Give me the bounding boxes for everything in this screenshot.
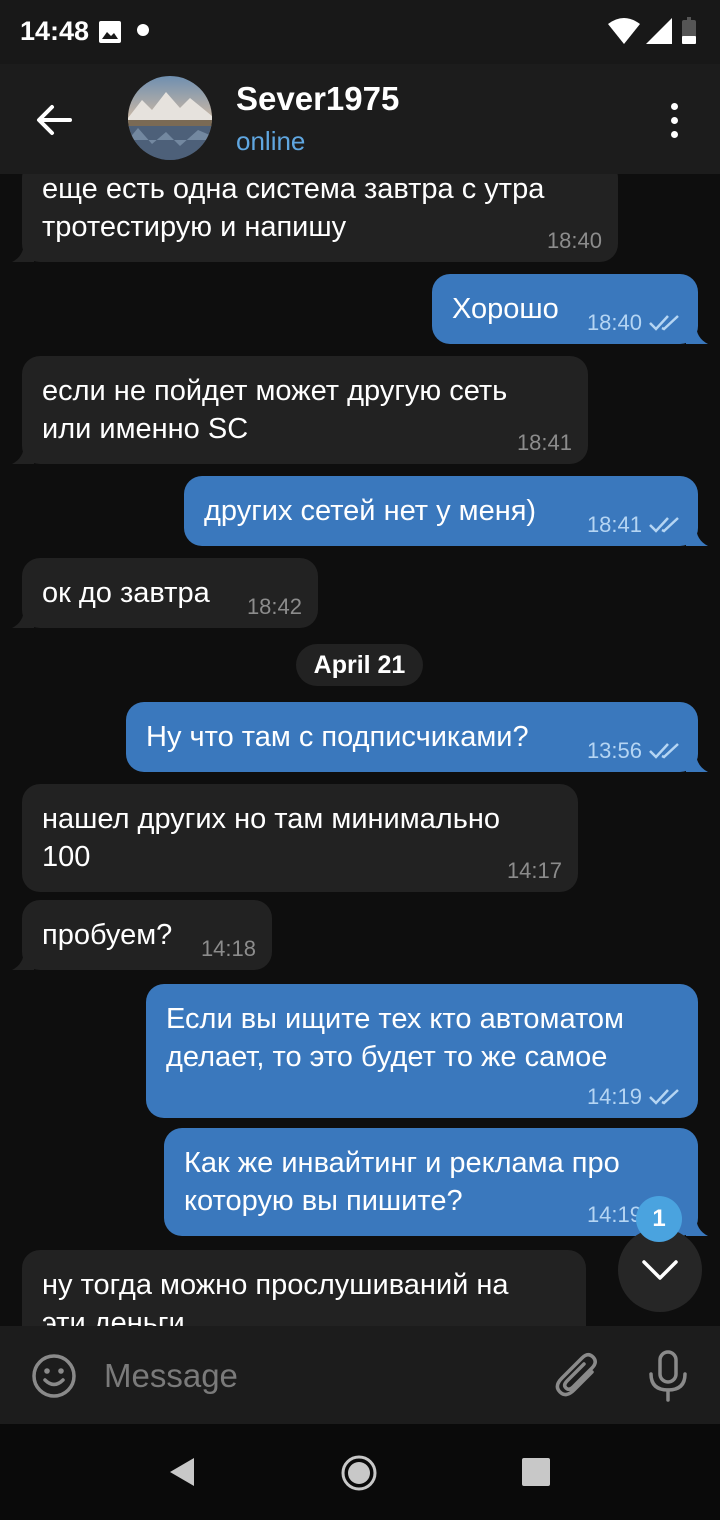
message-meta: 18:40 — [587, 312, 682, 334]
nav-home-icon[interactable] — [340, 1454, 378, 1492]
outgoing-message[interactable]: других сетей нет у меня) 18:41 — [184, 476, 708, 546]
incoming-message[interactable]: ну тогда можно прослушиваний на эти день… — [22, 1250, 586, 1326]
nav-recents-icon[interactable] — [520, 1456, 552, 1488]
bubble-tail-icon — [12, 444, 34, 464]
incoming-message[interactable]: нашел других но там минимально 100 14:17 — [22, 784, 578, 892]
paperclip-icon[interactable] — [552, 1350, 602, 1402]
system-navigation-bar — [0, 1424, 720, 1520]
emoji-icon[interactable] — [30, 1352, 78, 1400]
chat-header: Sever1975 online — [0, 64, 720, 174]
outgoing-message[interactable]: Как же инвайтинг и реклама про которую в… — [164, 1128, 708, 1236]
bubble-tail-icon — [686, 1216, 708, 1236]
status-bar: 14:48 — [0, 0, 720, 64]
message-text: ну тогда можно прослушиваний на эти день… — [42, 1269, 509, 1326]
bubble-tail-icon — [12, 950, 34, 970]
message-meta: 14:19 — [587, 1086, 682, 1108]
bubble-tail-icon — [686, 752, 708, 772]
message-text: еще есть одна система завтра с утра трот… — [42, 174, 545, 243]
incoming-message[interactable]: ок до завтра 18:42 — [12, 558, 318, 628]
message-meta: 14:18 — [201, 938, 256, 960]
chat-title[interactable]: Sever1975 — [236, 80, 399, 118]
more-options-button[interactable] — [654, 92, 694, 148]
more-vertical-icon — [670, 102, 678, 110]
avatar[interactable] — [128, 76, 212, 160]
arrow-left-icon — [37, 105, 72, 135]
message-meta: 18:41 — [517, 432, 572, 454]
message-time: 14:17 — [506, 858, 562, 883]
chat-status: online — [236, 126, 306, 156]
message-meta: 18:42 — [247, 596, 302, 618]
incoming-message[interactable]: если не пойдет может другую сеть или име… — [12, 356, 588, 464]
microphone-icon[interactable] — [646, 1350, 690, 1402]
message-time: 18:41 — [586, 512, 642, 537]
outgoing-message[interactable]: Хорошо 18:40 — [432, 274, 708, 344]
date-separator: April 21 — [296, 644, 423, 686]
message-time: 18:40 — [586, 310, 642, 335]
bubble-tail-icon — [686, 526, 708, 546]
double-check-icon — [649, 743, 679, 759]
incoming-message[interactable]: еще есть одна система завтра с утра трот… — [12, 174, 618, 262]
message-input[interactable] — [104, 1350, 524, 1402]
status-indicators — [608, 17, 696, 44]
incoming-message[interactable]: пробуем? 14:18 — [12, 900, 272, 970]
battery-icon — [682, 17, 696, 44]
message-time: 14:19 — [586, 1084, 642, 1109]
notification-dot-icon — [137, 24, 149, 36]
message-time: 18:42 — [246, 594, 302, 619]
signal-icon — [646, 18, 672, 44]
status-time: 14:48 — [20, 16, 90, 46]
message-time: 13:56 — [586, 738, 642, 763]
more-vertical-icon-dot — [670, 116, 678, 124]
message-text: Если вы ищите тех кто автоматом делает, … — [166, 1003, 624, 1073]
message-composer — [0, 1326, 720, 1424]
message-meta: 13:56 — [587, 740, 682, 762]
bubble-tail-icon — [12, 242, 34, 262]
more-vertical-icon-dot — [670, 130, 678, 138]
outgoing-message[interactable]: Ну что там с подписчиками? 13:56 — [126, 702, 708, 772]
double-check-icon — [649, 1089, 679, 1105]
image-notification-icon — [99, 21, 121, 43]
message-time: 18:41 — [516, 430, 572, 455]
message-meta: 18:40 — [547, 230, 602, 252]
unread-count-badge: 1 — [636, 1196, 682, 1242]
message-time: 18:40 — [546, 228, 602, 253]
avatar-image — [128, 76, 212, 160]
wifi-icon — [608, 18, 640, 44]
message-meta: 14:17 — [507, 860, 562, 882]
bubble-tail-icon — [686, 324, 708, 344]
chevron-down-icon — [642, 1260, 678, 1280]
message-meta: 18:41 — [587, 514, 682, 536]
message-time: 14:19 — [586, 1202, 642, 1227]
double-check-icon — [649, 517, 679, 533]
bubble-tail-icon — [12, 608, 34, 628]
message-text: нашел других но там минимально 100 — [42, 803, 500, 873]
message-list[interactable]: еще есть одна система завтра с утра трот… — [0, 174, 720, 1326]
nav-back-icon[interactable] — [166, 1456, 198, 1488]
message-time: 14:18 — [200, 936, 256, 961]
back-button[interactable] — [24, 90, 84, 150]
outgoing-message[interactable]: Если вы ищите тех кто автоматом делает, … — [146, 984, 698, 1118]
double-check-icon — [649, 315, 679, 331]
message-text: если не пойдет может другую сеть или име… — [42, 375, 508, 445]
